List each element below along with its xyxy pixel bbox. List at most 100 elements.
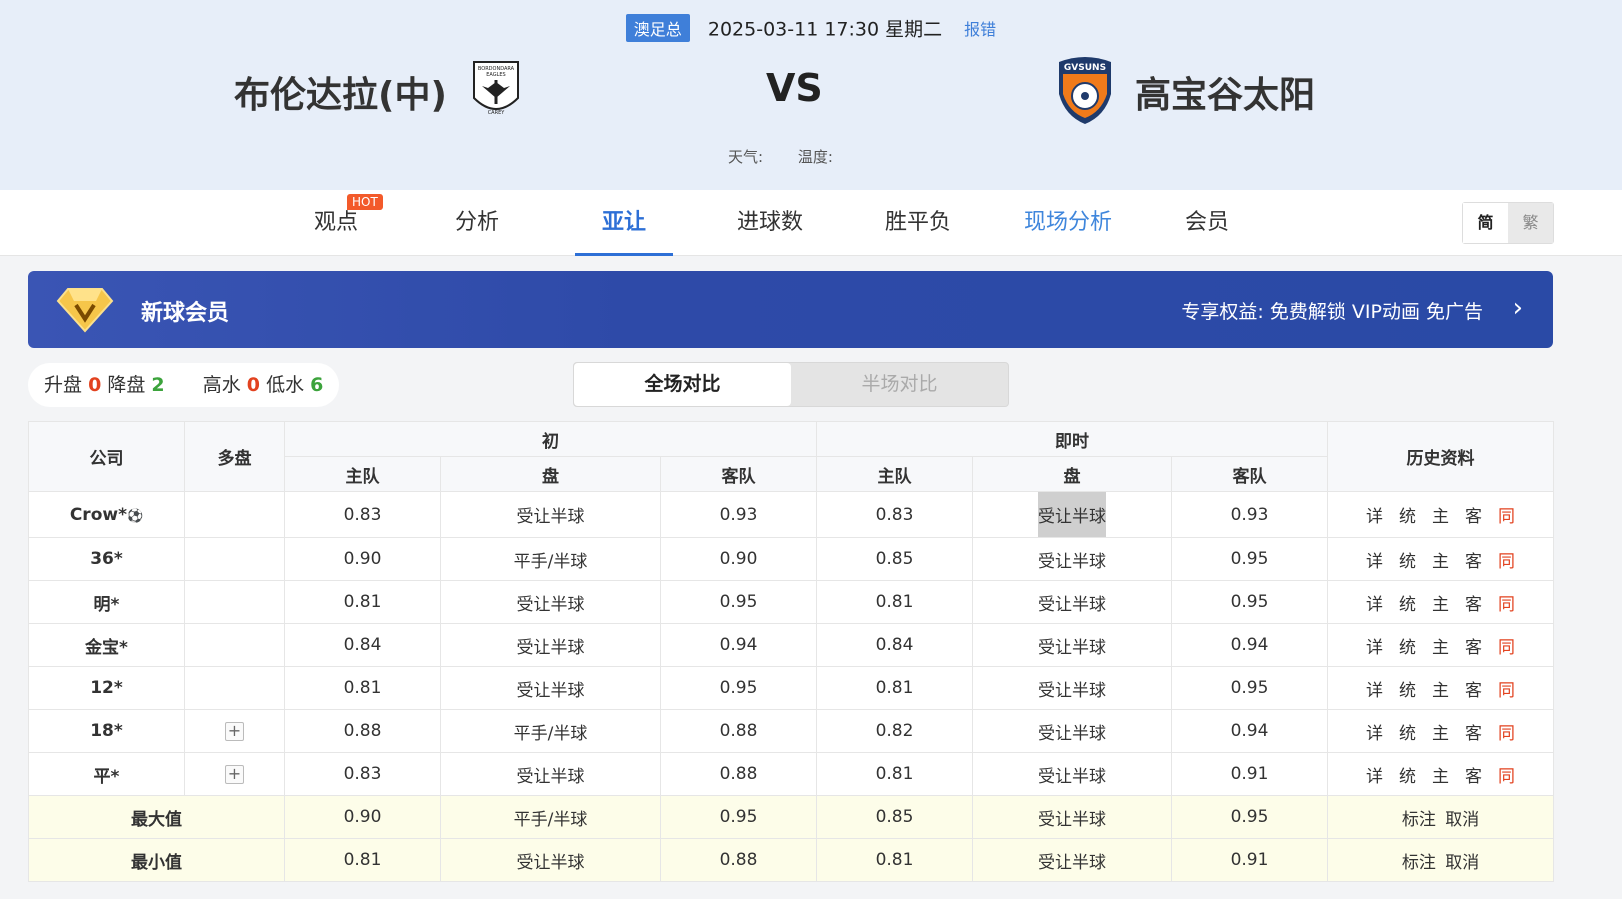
company-cell[interactable]: 18* (28, 709, 185, 753)
away-team-name[interactable]: 高宝谷太阳 (1135, 66, 1315, 118)
detail-link[interactable]: 详 (1366, 681, 1383, 701)
history-links: 详统主客同 (1327, 537, 1555, 581)
same-link[interactable]: 同 (1498, 724, 1515, 744)
live-home-odds[interactable]: 0.81 (816, 580, 973, 624)
line-down-label: 降盘 (107, 374, 146, 396)
mark-button[interactable]: 标注 (1402, 810, 1436, 830)
cancel-button[interactable]: 取消 (1445, 853, 1479, 873)
live-away-odds[interactable]: 0.95 (1170, 580, 1329, 624)
header-history: 历史资料 (1327, 421, 1555, 492)
tab-asian-handicap[interactable]: 亚让 (575, 190, 673, 256)
live-away-odds[interactable]: 0.91 (1170, 752, 1329, 796)
home-link[interactable]: 主 (1432, 638, 1449, 658)
detail-link[interactable]: 详 (1366, 724, 1383, 744)
initial-line: 受让半球 (440, 752, 661, 796)
live-line[interactable]: 受让半球 (972, 537, 1172, 581)
stats-link[interactable]: 统 (1399, 638, 1416, 658)
stats-link[interactable]: 统 (1399, 507, 1416, 527)
detail-link[interactable]: 详 (1366, 595, 1383, 615)
tab-analysis[interactable]: 分析 (445, 190, 509, 256)
away-link[interactable]: 客 (1465, 638, 1482, 658)
detail-link[interactable]: 详 (1366, 507, 1383, 527)
half-time-button[interactable]: 半场对比 (791, 363, 1008, 406)
away-link[interactable]: 客 (1465, 681, 1482, 701)
vs-label: VS (766, 66, 823, 110)
away-link[interactable]: 客 (1465, 552, 1482, 572)
initial-away-odds: 0.93 (660, 491, 817, 538)
same-link[interactable]: 同 (1498, 595, 1515, 615)
home-link[interactable]: 主 (1432, 681, 1449, 701)
header-live-line: 盘 (972, 456, 1172, 492)
live-home-odds[interactable]: 0.81 (816, 666, 973, 710)
live-away-odds[interactable]: 0.93 (1170, 491, 1329, 538)
live-home-odds[interactable]: 0.81 (816, 752, 973, 796)
company-cell[interactable]: 平* (28, 752, 185, 796)
live-line[interactable]: 受让半球 (972, 709, 1172, 753)
live-home-odds[interactable]: 0.84 (816, 623, 973, 667)
vip-banner[interactable]: 新球会员 专享权益: 免费解锁 VIP动画 免广告 › (28, 271, 1553, 348)
live-home-odds[interactable]: 0.83 (816, 491, 973, 538)
stats-link[interactable]: 统 (1399, 724, 1416, 744)
live-line-cell[interactable]: 受让半球 (972, 491, 1172, 538)
home-link[interactable]: 主 (1432, 552, 1449, 572)
league-badge[interactable]: 澳足总 (625, 14, 690, 42)
away-link[interactable]: 客 (1465, 767, 1482, 787)
same-link[interactable]: 同 (1498, 767, 1515, 787)
home-link[interactable]: 主 (1432, 767, 1449, 787)
detail-link[interactable]: 详 (1366, 638, 1383, 658)
odds-movement-stats: 升盘 0 降盘 2 高水 0 低水 6 (28, 363, 340, 407)
mark-button[interactable]: 标注 (1402, 853, 1436, 873)
live-line[interactable]: 受让半球 (972, 580, 1172, 624)
live-line[interactable]: 受让半球 (972, 752, 1172, 796)
language-switch: 简 繁 (1462, 202, 1554, 244)
live-home-odds[interactable]: 0.85 (816, 537, 973, 581)
away-team-logo[interactable]: GVSUNS (1055, 54, 1115, 126)
company-cell[interactable]: 金宝* (28, 623, 185, 667)
tab-goals[interactable]: 进球数 (725, 190, 815, 256)
detail-link[interactable]: 详 (1366, 767, 1383, 787)
home-link[interactable]: 主 (1432, 595, 1449, 615)
live-away-odds[interactable]: 0.95 (1170, 666, 1329, 710)
stats-link[interactable]: 统 (1399, 595, 1416, 615)
home-team-logo[interactable]: BORDONDARA EAGLES CAREY (468, 58, 524, 122)
home-link[interactable]: 主 (1432, 507, 1449, 527)
home-link[interactable]: 主 (1432, 724, 1449, 744)
live-line[interactable]: 受让半球 (972, 666, 1172, 710)
simplified-chinese-button[interactable]: 简 (1463, 203, 1508, 243)
traditional-chinese-button[interactable]: 繁 (1508, 203, 1553, 243)
live-away-odds[interactable]: 0.95 (1170, 537, 1329, 581)
away-link[interactable]: 客 (1465, 507, 1482, 527)
line-down-count: 2 (151, 374, 165, 396)
same-link[interactable]: 同 (1498, 552, 1515, 572)
expand-plus-icon[interactable]: + (225, 722, 244, 741)
away-link[interactable]: 客 (1465, 595, 1482, 615)
chevron-right-icon[interactable]: › (1513, 293, 1523, 323)
live-away-odds[interactable]: 0.94 (1170, 623, 1329, 667)
vip-benefits: 专享权益: 免费解锁 VIP动画 免广告 (1181, 301, 1483, 323)
report-error-link[interactable]: 报错 (964, 20, 996, 39)
home-team-name[interactable]: 布伦达拉(中) (234, 66, 447, 118)
cancel-button[interactable]: 取消 (1445, 810, 1479, 830)
same-link[interactable]: 同 (1498, 638, 1515, 658)
company-cell[interactable]: 36* (28, 537, 185, 581)
detail-link[interactable]: 详 (1366, 552, 1383, 572)
tab-live-analysis[interactable]: 现场分析 (1012, 190, 1124, 256)
same-link[interactable]: 同 (1498, 507, 1515, 527)
tab-membership[interactable]: 会员 (1175, 190, 1239, 256)
stats-link[interactable]: 统 (1399, 552, 1416, 572)
stats-link[interactable]: 统 (1399, 767, 1416, 787)
stats-link[interactable]: 统 (1399, 681, 1416, 701)
summary-initial-home: 0.81 (284, 838, 441, 882)
live-away-odds[interactable]: 0.94 (1170, 709, 1329, 753)
match-datetime: 2025-03-11 17:30 星期二 (707, 18, 943, 41)
away-link[interactable]: 客 (1465, 724, 1482, 744)
company-cell[interactable]: Crow*⚽ (28, 491, 185, 538)
live-line[interactable]: 受让半球 (972, 623, 1172, 667)
company-cell[interactable]: 12* (28, 666, 185, 710)
expand-plus-icon[interactable]: + (225, 765, 244, 784)
live-home-odds[interactable]: 0.82 (816, 709, 973, 753)
full-time-button[interactable]: 全场对比 (574, 363, 791, 406)
tab-1x2[interactable]: 胜平负 (873, 190, 963, 256)
same-link[interactable]: 同 (1498, 681, 1515, 701)
company-cell[interactable]: 明* (28, 580, 185, 624)
